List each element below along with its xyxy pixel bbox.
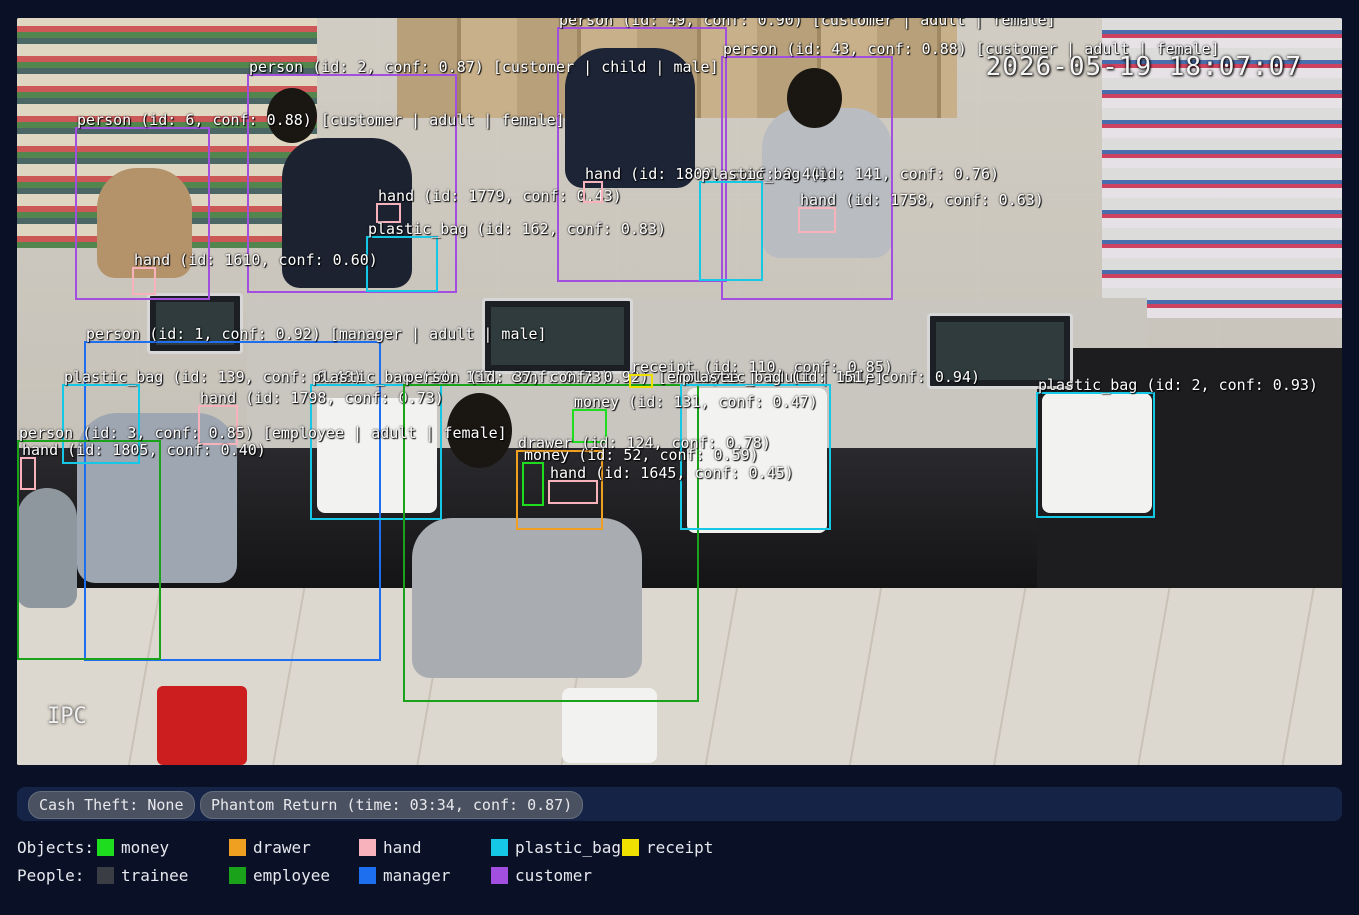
legend-item-label: employee (253, 866, 331, 885)
color-swatch (359, 839, 376, 856)
detection-label: person (id: 49, conf: 0.90) [customer | … (559, 18, 1056, 29)
legend-item-label: manager (383, 866, 451, 885)
detection-box: hand (id: 1805, conf: 0.40) (20, 442, 266, 490)
legend-item-label: plastic_bag (515, 838, 621, 857)
detection-label: plastic_bag (id: 141, conf: 0.76) (701, 165, 1000, 183)
detection-label: hand (id: 1758, conf: 0.63) (800, 191, 1044, 209)
legend-item-hand: hand (359, 838, 422, 857)
detection-box: hand (id: 1809, conf: 0.44) (583, 166, 829, 203)
legend-item-label: receipt (646, 838, 714, 857)
detection-label: hand (id: 1805, conf: 0.40) (22, 441, 266, 459)
color-swatch (622, 839, 639, 856)
detection-label: plastic_bag (id: 162, conf: 0.83) (368, 220, 667, 238)
detection-box: money (id: 52, conf: 0.59) (522, 447, 759, 506)
detection-box: hand (id: 1645, conf: 0.45) (548, 465, 794, 504)
detection-label: plastic_bag (id: 151, conf: 0.94) (682, 368, 981, 386)
alert-phantom-return[interactable]: Phantom Return (time: 03:34, conf: 0.87) (200, 791, 584, 819)
legend-item-receipt: receipt (622, 838, 713, 857)
detection-label: hand (id: 1610, conf: 0.60) (134, 251, 378, 269)
legend-item-money: money (97, 838, 169, 857)
legend-item-label: drawer (253, 838, 311, 857)
detection-label: person (id: 2, conf: 0.87) [customer | c… (249, 58, 719, 76)
color-swatch (229, 839, 246, 856)
legend-item-drawer: drawer (229, 838, 311, 857)
legend-item-customer: customer (491, 866, 592, 885)
legend-item-employee: employee (229, 866, 330, 885)
detection-box: person (id: 3, conf: 0.85) [employee | a… (17, 425, 507, 660)
legend-people-label: People: (17, 866, 85, 885)
camera-timestamp: 2026-05-19 18:07:07 (985, 52, 1302, 82)
detection-label: money (id: 131, conf: 0.47) (574, 393, 818, 411)
detection-label: person (id: 3, conf: 0.85) [employee | a… (19, 424, 507, 442)
legend-objects-label: Objects: (17, 838, 95, 857)
detection-box: plastic_bag (id: 2, conf: 0.93) (1036, 377, 1318, 518)
color-swatch (359, 867, 376, 884)
color-swatch (229, 867, 246, 884)
alert-cash-theft[interactable]: Cash Theft: None (28, 791, 195, 819)
detection-box: hand (id: 1610, conf: 0.60) (132, 252, 378, 295)
legend-item-trainee: trainee (97, 866, 188, 885)
detection-box: hand (id: 1758, conf: 0.63) (798, 192, 1044, 233)
color-swatch (491, 867, 508, 884)
detection-box: receipt (id: 110, conf: 0.85) (629, 359, 893, 388)
legend-item-label: trainee (121, 866, 189, 885)
camera-feed: person (id: 49, conf: 0.90) [customer | … (17, 18, 1342, 765)
legend-item-plastic-bag: plastic_bag (491, 838, 621, 857)
color-swatch (491, 839, 508, 856)
color-swatch (97, 867, 114, 884)
detection-box: plastic_bag (id: 141, conf: 0.76) (699, 166, 999, 281)
detection-label: money (id: 52, conf: 0.59) (524, 446, 759, 464)
legend-item-manager: manager (359, 866, 450, 885)
shopping-basket (157, 686, 247, 765)
detection-label: person (id: 6, conf: 0.88) [customer | a… (77, 111, 565, 129)
color-swatch (97, 839, 114, 856)
detection-label: person (id: 1, conf: 0.92) [manager | ad… (86, 325, 547, 343)
alert-bar: Cash Theft: None Phantom Return (time: 0… (17, 787, 1342, 821)
legend-item-label: customer (515, 866, 593, 885)
legend-item-label: hand (383, 838, 422, 857)
camera-channel-label: IPC (47, 704, 87, 729)
detection-label: hand (id: 1645, conf: 0.45) (550, 464, 794, 482)
detection-label: plastic_bag (id: 2, conf: 0.93) (1038, 376, 1318, 394)
legend-item-label: money (121, 838, 170, 857)
